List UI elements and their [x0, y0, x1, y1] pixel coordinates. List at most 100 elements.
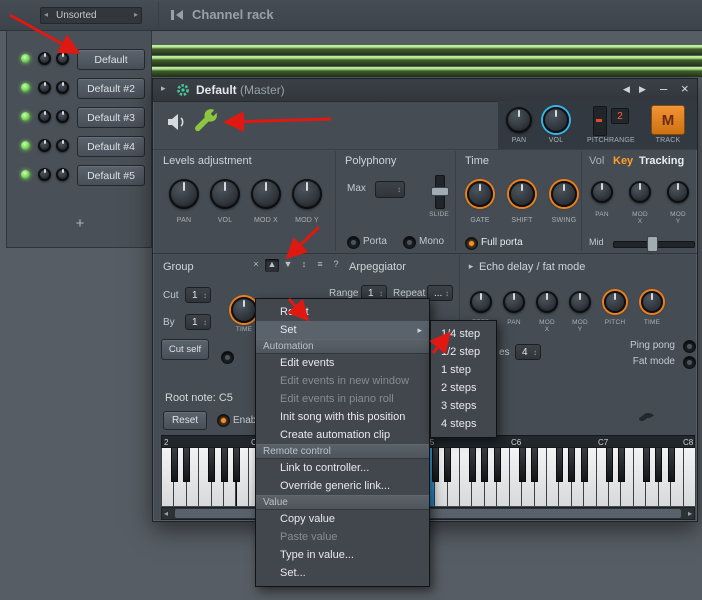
channel-enable-led[interactable] [21, 83, 30, 92]
wrench-icon[interactable] [193, 108, 219, 139]
window-titlebar[interactable]: ▸ Default (Master) ◀ ▶ – × [153, 79, 697, 102]
arp-pattern-icon[interactable]: ≡ [313, 259, 327, 272]
prev-channel-icon[interactable]: ◀ [623, 84, 630, 95]
channel-button[interactable]: Default [77, 49, 145, 70]
channel-enable-led[interactable] [21, 141, 30, 150]
channel-pan-knob[interactable] [38, 139, 51, 152]
channel-pan-knob[interactable] [38, 52, 51, 65]
piano-key-black[interactable] [556, 448, 563, 482]
channel-vol-knob[interactable] [56, 81, 69, 94]
arp-slide-radio[interactable] [221, 351, 234, 364]
playlist-clip-row[interactable] [152, 56, 702, 66]
channel-pan-knob[interactable] [38, 110, 51, 123]
menu-item-set[interactable]: Set▸ [256, 321, 429, 339]
echo-pan-knob[interactable] [503, 291, 525, 313]
piano-key-black[interactable] [481, 448, 488, 482]
mid-slider-thumb[interactable] [647, 236, 658, 252]
levels-vol-knob[interactable] [210, 179, 240, 209]
full-porta-radio[interactable] [465, 237, 478, 250]
arp-up-icon[interactable]: ▲ [265, 259, 279, 272]
pattern-prev-icon[interactable]: ◂ [44, 10, 48, 19]
piano-key-black[interactable] [568, 448, 575, 482]
piano-key-black[interactable] [618, 448, 625, 482]
fat-mode-radio[interactable] [683, 356, 696, 369]
menu-item-init-song[interactable]: Init song with this position [256, 408, 429, 426]
playlist-clip-row[interactable] [152, 67, 702, 77]
echo-time-knob[interactable] [641, 291, 663, 313]
close-icon[interactable]: × [681, 81, 689, 96]
piano-key-black[interactable] [581, 448, 588, 482]
expander-icon[interactable]: ▸ [161, 83, 166, 94]
echo-section-arrow-icon[interactable]: ▸ [467, 261, 475, 272]
tracking-mody-knob[interactable] [667, 181, 689, 203]
submenu-item-half-step[interactable]: 1/2 step [431, 343, 496, 361]
submenu-item-2-steps[interactable]: 2 steps [431, 379, 496, 397]
menu-item-link-to-controller[interactable]: Link to controller... [256, 459, 429, 477]
channel-button[interactable]: Default #2 [77, 78, 145, 99]
piano-key-black[interactable] [668, 448, 675, 482]
channel-enable-led[interactable] [21, 112, 30, 121]
mono-radio[interactable] [403, 236, 416, 249]
channel-button[interactable]: Default #5 [77, 165, 145, 186]
submenu-item-4-steps[interactable]: 4 steps [431, 415, 496, 433]
arp-down-icon[interactable]: ▼ [281, 259, 295, 272]
piano-key-black[interactable] [183, 448, 190, 482]
channel-pan-knob[interactable] [38, 81, 51, 94]
piano-key-black[interactable] [469, 448, 476, 482]
master-track-button[interactable]: M [651, 105, 685, 135]
scroll-right-icon[interactable]: ▸ [688, 509, 692, 518]
max-poly-stepper[interactable]: ↕ [375, 181, 405, 198]
by-stepper[interactable]: 1↕ [185, 314, 211, 330]
submenu-item-1-step[interactable]: 1 step [431, 361, 496, 379]
tracking-modx-knob[interactable] [629, 181, 651, 203]
menu-item-reset[interactable]: Reset [256, 303, 429, 321]
reset-button[interactable]: Reset [163, 411, 207, 430]
echo-modx-knob[interactable] [536, 291, 558, 313]
menu-item-set-dialog[interactable]: Set... [256, 564, 429, 582]
menu-item-copy-value[interactable]: Copy value [256, 510, 429, 528]
cut-stepper[interactable]: 1↕ [185, 287, 211, 303]
ping-pong-radio[interactable] [683, 340, 696, 353]
slide-slider-thumb[interactable] [431, 187, 449, 196]
gate-knob[interactable] [467, 181, 493, 207]
channel-vol-knob[interactable] [56, 168, 69, 181]
echoes-stepper[interactable]: 4↕ [515, 344, 541, 360]
piano-key-black[interactable] [208, 448, 215, 482]
tracking-pan-knob[interactable] [591, 181, 613, 203]
channel-button[interactable]: Default #4 [77, 136, 145, 157]
master-vol-knob[interactable] [543, 107, 569, 133]
scroll-left-icon[interactable]: ◂ [164, 509, 168, 518]
hand-icon[interactable] [637, 409, 655, 428]
speaker-icon[interactable] [165, 112, 189, 137]
channel-vol-knob[interactable] [56, 139, 69, 152]
channel-vol-knob[interactable] [56, 110, 69, 123]
arp-help-icon[interactable]: ? [329, 259, 343, 272]
piano-key-black[interactable] [233, 448, 240, 482]
pitch-range-value[interactable]: 2 [611, 108, 629, 124]
menu-item-edit-events[interactable]: Edit events [256, 354, 429, 372]
tracking-tab-key[interactable]: Key [613, 155, 633, 167]
shift-knob[interactable] [509, 181, 535, 207]
add-channel-button[interactable]: + [7, 215, 153, 232]
piano-key-black[interactable] [494, 448, 501, 482]
gear-icon[interactable] [176, 83, 190, 102]
porta-radio[interactable] [347, 236, 360, 249]
minimize-icon[interactable]: – [660, 81, 667, 96]
cut-self-button[interactable]: Cut self [161, 339, 209, 360]
pitch-wheel[interactable] [593, 106, 607, 136]
menu-item-override-generic-link[interactable]: Override generic link... [256, 477, 429, 495]
pattern-next-icon[interactable]: ▸ [134, 10, 138, 19]
submenu-item-3-steps[interactable]: 3 steps [431, 397, 496, 415]
master-pan-knob[interactable] [506, 107, 532, 133]
piano-key-black[interactable] [519, 448, 526, 482]
channel-enable-led[interactable] [21, 54, 30, 63]
channel-pan-knob[interactable] [38, 168, 51, 181]
menu-item-create-automation-clip[interactable]: Create automation clip [256, 426, 429, 444]
echo-feed-knob[interactable] [470, 291, 492, 313]
piano-key-white[interactable] [684, 448, 696, 506]
piano-key-black[interactable] [655, 448, 662, 482]
arp-repeat-stepper[interactable]: ...↕ [427, 285, 453, 301]
piano-key-black[interactable] [444, 448, 451, 482]
channel-button[interactable]: Default #3 [77, 107, 145, 128]
levels-pan-knob[interactable] [169, 179, 199, 209]
